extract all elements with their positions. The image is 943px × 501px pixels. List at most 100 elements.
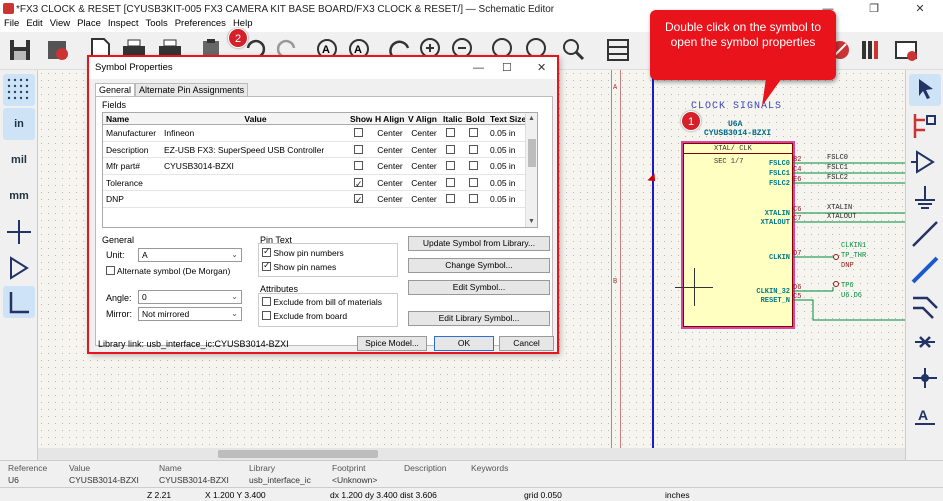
italic-checkbox[interactable]: [440, 158, 463, 174]
cursor-crosshair-icon[interactable]: [3, 216, 35, 248]
edit-symbol-button[interactable]: Edit Symbol...: [408, 280, 550, 295]
unit-select[interactable]: A ⌄: [138, 248, 242, 262]
row-value[interactable]: EZ-USB FX3: SuperSpeed USB Controller: [161, 142, 347, 158]
bold-checkbox[interactable]: [463, 158, 487, 174]
menu-preferences[interactable]: Preferences: [175, 18, 226, 32]
menu-file[interactable]: File: [4, 18, 19, 32]
dialog-close-icon[interactable]: ✕: [537, 57, 546, 79]
symbol-u6a[interactable]: XTAL/ CLK SEC 1/7 FSLC0 FSLC1 FSLC2 XTAL…: [681, 141, 795, 329]
mirror-select[interactable]: Not mirrored ⌄: [138, 307, 242, 321]
row-valign[interactable]: Center: [405, 158, 440, 174]
tab-alternate-pins[interactable]: Alternate Pin Assignments: [135, 83, 249, 97]
show-checkbox[interactable]: [347, 158, 372, 174]
hierarchy-navigator-icon[interactable]: [604, 36, 632, 64]
dialog-maximize-icon[interactable]: ☐: [502, 57, 512, 79]
show-checkbox[interactable]: [347, 142, 372, 158]
row-valign[interactable]: Center: [405, 125, 440, 141]
bold-checkbox[interactable]: [463, 175, 487, 191]
scroll-down-icon[interactable]: ▼: [528, 218, 535, 225]
add-symbol-icon[interactable]: [909, 146, 941, 178]
scrollbar-thumb[interactable]: [528, 139, 536, 167]
select-arrow-icon[interactable]: [909, 74, 941, 106]
italic-checkbox[interactable]: [440, 142, 463, 158]
italic-checkbox[interactable]: [440, 191, 463, 207]
bold-checkbox[interactable]: [463, 125, 487, 141]
add-wire-icon[interactable]: [909, 218, 941, 250]
menu-edit[interactable]: Edit: [26, 18, 42, 32]
grid-icon[interactable]: [3, 74, 35, 106]
symbol-library-icon[interactable]: [858, 36, 886, 64]
mm-units-icon[interactable]: mm: [3, 180, 35, 212]
horizontal-scrollbar[interactable]: [38, 448, 905, 460]
angle-select[interactable]: 0 ⌄: [138, 290, 242, 304]
row-size[interactable]: 0.05 in: [487, 175, 527, 191]
pin-type-icon[interactable]: [3, 252, 35, 284]
show-checkbox[interactable]: [347, 191, 372, 207]
row-halign[interactable]: Center: [372, 175, 405, 191]
edit-library-symbol-button[interactable]: Edit Library Symbol...: [408, 311, 550, 326]
add-bus-icon[interactable]: [909, 254, 941, 286]
exclude-bom-checkbox[interactable]: Exclude from bill of materials: [262, 297, 382, 307]
row-value[interactable]: [161, 191, 347, 207]
row-valign[interactable]: Center: [405, 191, 440, 207]
add-power-icon[interactable]: [909, 182, 941, 214]
tab-general[interactable]: General: [95, 83, 136, 97]
row-size[interactable]: 0.05 in: [487, 142, 527, 158]
hierarchy-icon[interactable]: [909, 110, 941, 142]
menu-view[interactable]: View: [50, 18, 70, 32]
fields-grid[interactable]: Name Value Show H Align V Align Italic B…: [102, 112, 538, 228]
row-size[interactable]: 0.05 in: [487, 191, 527, 207]
orthogonal-line-icon[interactable]: [3, 286, 35, 318]
zoom-selection-icon[interactable]: [560, 36, 588, 64]
row-value[interactable]: Infineon: [161, 125, 347, 141]
schematic-setup-icon[interactable]: [44, 36, 72, 64]
ok-button[interactable]: OK: [434, 336, 494, 351]
no-connect-icon[interactable]: [909, 326, 941, 358]
close-window-icon[interactable]: ✕: [897, 0, 943, 18]
inch-units-icon[interactable]: in: [3, 108, 35, 140]
update-symbol-button[interactable]: Update Symbol from Library...: [408, 236, 550, 251]
row-size[interactable]: 0.05 in: [487, 158, 527, 174]
scroll-up-icon[interactable]: ▲: [528, 115, 535, 122]
bus-entry-icon[interactable]: [909, 290, 941, 322]
label-icon[interactable]: A: [909, 398, 941, 430]
row-value[interactable]: CYUSB3014-BZXI: [161, 158, 347, 174]
change-symbol-button[interactable]: Change Symbol...: [408, 258, 550, 273]
show-pin-numbers-checkbox[interactable]: Show pin numbers: [262, 246, 344, 258]
menu-place[interactable]: Place: [77, 18, 101, 32]
exclude-board-checkbox[interactable]: Exclude from board: [262, 311, 347, 321]
save-icon[interactable]: [6, 36, 34, 64]
show-pin-names-checkbox[interactable]: Show pin names: [262, 260, 336, 272]
row-halign[interactable]: Center: [372, 142, 405, 158]
italic-checkbox[interactable]: [440, 175, 463, 191]
scrollbar-thumb[interactable]: [218, 450, 378, 458]
row-size[interactable]: 0.05 in: [487, 125, 527, 141]
italic-checkbox[interactable]: [440, 125, 463, 141]
cancel-button[interactable]: Cancel: [499, 336, 554, 351]
row-valign[interactable]: Center: [405, 175, 440, 191]
mil-units-icon[interactable]: mil: [3, 144, 35, 176]
junction-icon[interactable]: [909, 362, 941, 394]
dialog-minimize-icon[interactable]: —: [473, 57, 484, 79]
table-row[interactable]: Description EZ-USB FX3: SuperSpeed USB C…: [103, 142, 537, 158]
bold-checkbox[interactable]: [463, 191, 487, 207]
spice-model-button[interactable]: Spice Model...: [357, 336, 427, 351]
show-checkbox[interactable]: [347, 125, 372, 141]
row-halign[interactable]: Center: [372, 158, 405, 174]
row-valign[interactable]: Center: [405, 142, 440, 158]
row-value[interactable]: [161, 175, 347, 191]
table-row[interactable]: Tolerance Center Center 0.05 in: [103, 175, 537, 191]
alternate-symbol-checkbox[interactable]: Alternate symbol (De Morgan): [106, 266, 230, 276]
show-checkbox[interactable]: [347, 175, 372, 190]
menu-inspect[interactable]: Inspect: [108, 18, 139, 32]
row-halign[interactable]: Center: [372, 125, 405, 141]
bold-checkbox[interactable]: [463, 142, 487, 158]
table-row[interactable]: Mfr part# CYUSB3014-BZXI Center Center 0…: [103, 158, 537, 175]
menu-tools[interactable]: Tools: [146, 18, 168, 32]
table-row[interactable]: Manufacturer Infineon Center Center 0.05…: [103, 125, 537, 142]
row-halign[interactable]: Center: [372, 191, 405, 207]
table-row[interactable]: DNP Center Center 0.05 in: [103, 191, 537, 208]
restore-icon[interactable]: ❐: [851, 0, 897, 18]
grid-scrollbar[interactable]: ▲ ▼: [525, 113, 537, 227]
symbol-fields-icon[interactable]: [892, 36, 920, 64]
